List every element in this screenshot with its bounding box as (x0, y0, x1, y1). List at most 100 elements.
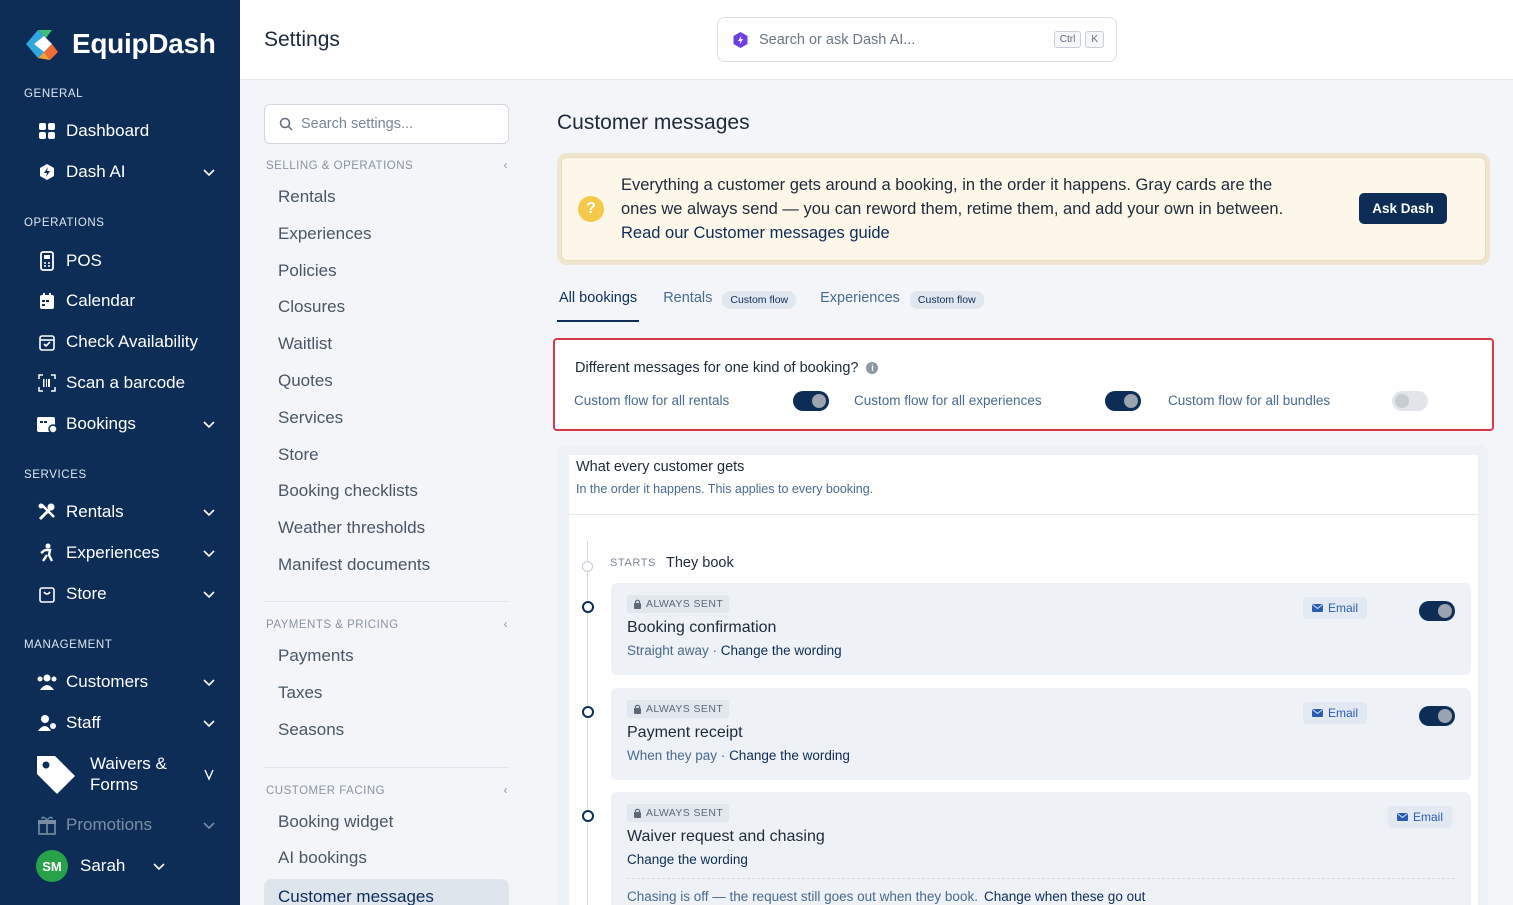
chevron-down-icon[interactable] (202, 716, 216, 730)
settings-item[interactable]: Seasons (278, 720, 344, 740)
chevron-down-icon[interactable] (202, 818, 216, 832)
settings-item[interactable]: Experiences (278, 224, 372, 244)
settings-item[interactable]: Waitlist (278, 334, 332, 354)
collapse-chevron-icon[interactable]: ‹ (504, 619, 508, 631)
message-toggle[interactable] (1419, 601, 1455, 621)
sidebar-item-dashboard[interactable]: Dashboard (36, 114, 216, 148)
rentals-flow-toggle[interactable] (793, 391, 829, 411)
settings-item[interactable]: Weather thresholds (278, 518, 425, 538)
always-sent-badge: ALWAYS SENT (627, 595, 730, 613)
always-sent-badge: ALWAYS SENT (627, 700, 730, 718)
shopping-bag-icon (36, 583, 58, 605)
flow-question-text: Different messages for one kind of booki… (575, 360, 859, 376)
settings-item[interactable]: Quotes (278, 371, 333, 391)
sidebar-item-check-availability[interactable]: Check Availability (36, 325, 216, 359)
sidebar-item-label: Dashboard (66, 121, 150, 140)
chevron-down-icon[interactable] (202, 587, 216, 601)
settings-item[interactable]: Closures (278, 297, 345, 317)
sidebar-item-label: Scan a barcode (66, 373, 186, 392)
settings-item[interactable]: Taxes (278, 683, 322, 703)
chasing-note-text: Chasing is off — the request still goes … (627, 889, 978, 904)
divider (264, 601, 509, 602)
tab-all-bookings[interactable]: All bookings (557, 290, 640, 322)
collapse-chevron-icon[interactable]: ‹ (504, 785, 508, 797)
settings-item[interactable]: Manifest documents (278, 555, 430, 575)
chevron-down-icon[interactable] (152, 859, 166, 873)
settings-item[interactable]: Rentals (278, 187, 336, 207)
sidebar-item-pos[interactable]: POS (36, 244, 216, 278)
grid-icon (36, 120, 58, 142)
user-menu[interactable]: SM Sarah (36, 849, 166, 883)
sidebar-item-bookings[interactable]: Bookings (36, 407, 216, 441)
sidebar-item-calendar[interactable]: Calendar (36, 284, 216, 318)
settings-item[interactable]: Policies (278, 261, 337, 281)
sidebar-item-label: Bookings (66, 414, 136, 433)
change-timing-link[interactable]: Change when these go out (984, 889, 1145, 904)
change-wording-link[interactable]: Change the wording (729, 748, 850, 763)
tab-label: Rentals (663, 290, 713, 306)
change-wording-link[interactable]: Change the wording (627, 852, 748, 867)
sidebar-item-staff[interactable]: Staff (36, 706, 216, 740)
sidebar-item-experiences[interactable]: Experiences (36, 536, 216, 570)
brand[interactable]: EquipDash (22, 24, 216, 64)
chevron-down-icon[interactable] (202, 505, 216, 519)
search-icon (279, 117, 293, 131)
message-card-waiver-request[interactable]: ALWAYS SENT Waiver request and chasing C… (611, 792, 1471, 905)
info-icon[interactable]: i (866, 362, 879, 374)
chevron-down-icon[interactable] (202, 546, 216, 560)
timeline-node (582, 706, 594, 718)
settings-group-customer[interactable]: CUSTOMER FACING ‹ (266, 785, 508, 797)
bundles-flow-toggle[interactable] (1392, 391, 1428, 411)
settings-group-payments[interactable]: PAYMENTS & PRICING ‹ (266, 619, 508, 631)
settings-item[interactable]: Payments (278, 646, 354, 666)
chevron-down-icon[interactable] (202, 675, 216, 689)
custom-flow-badge: Custom flow (909, 291, 984, 309)
sidebar-item-rentals[interactable]: Rentals (36, 495, 216, 529)
settings-item-customer-messages[interactable]: Customer messages (264, 879, 509, 905)
message-card-payment-receipt[interactable]: ALWAYS SENT Payment receipt When they pa… (611, 688, 1471, 780)
custom-flow-badge: Custom flow (722, 291, 797, 309)
chevron-down-icon[interactable] (202, 767, 216, 781)
sidebar-item-label: Waivers & Forms (90, 753, 202, 795)
tab-rentals[interactable]: Rentals Custom flow (663, 290, 797, 322)
timeline-line (587, 541, 588, 905)
sidebar-item-waivers-forms[interactable]: Waivers & Forms (36, 750, 216, 798)
sidebar-item-customers[interactable]: Customers (36, 665, 216, 699)
experiences-flow-toggle[interactable] (1105, 391, 1141, 411)
timeline-start-node (582, 561, 593, 572)
settings-item[interactable]: Booking widget (278, 812, 393, 832)
chevron-down-icon[interactable] (202, 417, 216, 431)
message-timing: Change the wording (627, 852, 748, 867)
settings-item[interactable]: Booking checklists (278, 481, 418, 501)
sidebar-item-store[interactable]: Store (36, 577, 216, 611)
sidebar-item-dash-ai[interactable]: Dash AI (36, 155, 216, 189)
envelope-icon (1312, 709, 1323, 717)
message-toggle[interactable] (1419, 706, 1455, 726)
guide-link[interactable]: Read our Customer messages guide (621, 221, 1351, 245)
change-wording-link[interactable]: Change the wording (721, 643, 842, 658)
user-name: Sarah (80, 856, 126, 875)
settings-item[interactable]: Store (278, 445, 319, 465)
settings-item[interactable]: AI bookings (278, 848, 367, 868)
collapse-chevron-icon[interactable]: ‹ (504, 160, 508, 172)
sidebar-item-label: Dash AI (66, 162, 126, 181)
message-card-booking-confirmation[interactable]: ALWAYS SENT Booking confirmation Straigh… (611, 583, 1471, 675)
calendar-check-icon (36, 331, 58, 353)
badge-text: Email (1328, 706, 1359, 720)
tab-experiences[interactable]: Experiences Custom flow (820, 290, 984, 322)
sidebar-item-promotions[interactable]: Promotions (36, 808, 216, 842)
ask-dash-button[interactable]: Ask Dash (1359, 193, 1447, 224)
lock-icon (634, 704, 641, 714)
message-title: Waiver request and chasing (627, 828, 825, 845)
chevron-down-icon[interactable] (202, 165, 216, 179)
settings-item[interactable]: Services (278, 408, 343, 428)
gift-icon (36, 814, 58, 836)
settings-group-selling[interactable]: SELLING & OPERATIONS ‹ (266, 160, 508, 172)
users-group-icon (36, 671, 58, 693)
ai-search-placeholder: Search or ask Dash AI... (759, 31, 916, 48)
rentals-flow-label: Custom flow for all rentals (574, 393, 730, 408)
settings-search-input[interactable]: Search settings... (264, 104, 509, 144)
badge-text: Email (1328, 601, 1359, 615)
sidebar-item-scan-barcode[interactable]: Scan a barcode (36, 366, 216, 400)
ai-search-input[interactable]: Search or ask Dash AI... Ctrl K (717, 17, 1117, 62)
